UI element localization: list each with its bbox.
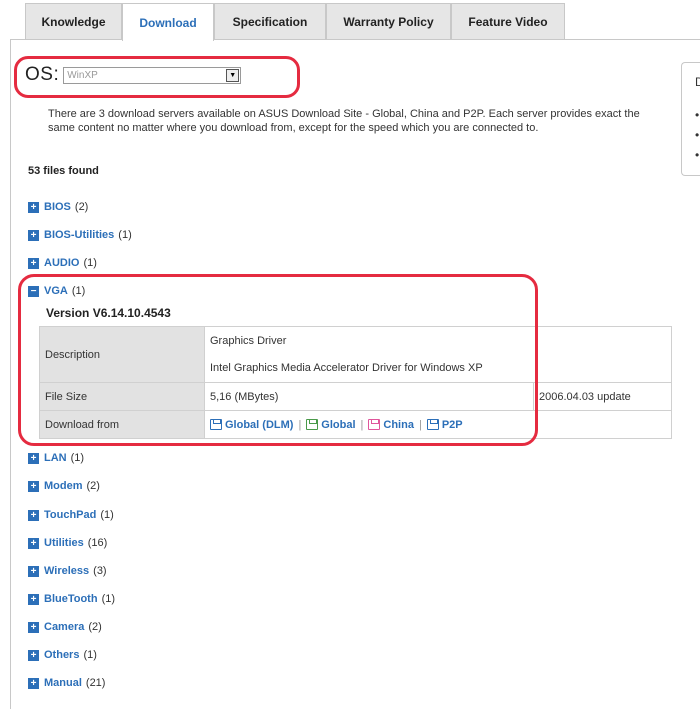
bullet: • bbox=[695, 148, 700, 162]
separator: | bbox=[298, 418, 302, 431]
file-size-value: 5,16 (MBytes) bbox=[204, 382, 534, 411]
category-count: (1) bbox=[83, 257, 97, 269]
table-row: File Size 5,16 (MBytes) 2006.04.03 updat… bbox=[39, 382, 672, 411]
download-from-label: Download from bbox=[39, 410, 205, 439]
category-name[interactable]: TouchPad bbox=[44, 509, 96, 521]
plus-box-icon[interactable]: + bbox=[28, 593, 39, 605]
category-name[interactable]: BlueTooth bbox=[44, 593, 98, 605]
download-global-link[interactable]: Global bbox=[321, 419, 355, 431]
category-count: (1) bbox=[118, 229, 132, 241]
driver-detail-table: Description Graphics Driver Intel Graphi… bbox=[39, 326, 672, 439]
plus-box-icon[interactable]: + bbox=[28, 537, 39, 549]
bullet: • bbox=[695, 128, 700, 142]
download-global-dlm-link[interactable]: Global (DLM) bbox=[225, 419, 293, 431]
tab-label: Warranty Policy bbox=[343, 15, 434, 29]
description-line: Intel Graphics Media Accelerator Driver … bbox=[204, 354, 672, 383]
category-count: (1) bbox=[71, 285, 86, 297]
download-links: Global (DLM) | Global | China | P2P bbox=[204, 410, 672, 439]
category-count: (3) bbox=[93, 565, 107, 577]
tab-feature-video[interactable]: Feature Video bbox=[451, 3, 565, 40]
category-wireless[interactable]: + Wireless (3) bbox=[28, 564, 107, 578]
floppy-disk-icon bbox=[426, 418, 439, 430]
table-row: Download from Global (DLM) | Global | China |… bbox=[39, 410, 672, 439]
download-info-text: There are 3 download servers available o… bbox=[48, 108, 640, 134]
download-p2p-link[interactable]: P2P bbox=[442, 419, 463, 431]
category-modem[interactable]: + Modem (2) bbox=[28, 479, 100, 493]
plus-box-icon[interactable]: + bbox=[28, 677, 39, 689]
side-info-box: D • • • bbox=[681, 62, 700, 176]
floppy-disk-icon bbox=[306, 418, 319, 430]
category-count: (2) bbox=[74, 201, 89, 213]
category-count: (16) bbox=[87, 537, 108, 549]
category-manual[interactable]: + Manual (21) bbox=[28, 676, 105, 690]
category-name[interactable]: Others bbox=[44, 649, 79, 661]
os-selected-value: WinXP bbox=[67, 69, 98, 81]
category-utilities[interactable]: + Utilities (16) bbox=[28, 536, 107, 550]
separator: | bbox=[360, 418, 364, 431]
category-name[interactable]: LAN bbox=[44, 452, 67, 464]
separator: | bbox=[418, 418, 422, 431]
os-label: OS: bbox=[25, 64, 60, 85]
category-count: (2) bbox=[86, 480, 100, 492]
category-audio[interactable]: + AUDIO (1) bbox=[28, 256, 97, 270]
plus-box-icon[interactable]: + bbox=[28, 565, 39, 577]
tab-label: Feature Video bbox=[468, 15, 548, 29]
chevron-down-icon[interactable]: ▼ bbox=[226, 68, 240, 82]
category-count: (1) bbox=[101, 593, 116, 605]
files-found-count: 53 files found bbox=[28, 165, 99, 177]
category-name[interactable]: Manual bbox=[44, 677, 82, 689]
category-count: (21) bbox=[85, 677, 106, 689]
os-dropdown[interactable]: WinXP ▼ bbox=[63, 66, 242, 84]
category-vga[interactable]: − VGA (1) bbox=[28, 284, 85, 298]
table-row: Description Graphics Driver bbox=[39, 326, 672, 383]
plus-box-icon[interactable]: + bbox=[28, 452, 39, 464]
plus-box-icon[interactable]: + bbox=[28, 649, 39, 661]
plus-box-icon[interactable]: + bbox=[28, 201, 39, 213]
tab-specification[interactable]: Specification bbox=[214, 3, 326, 40]
tab-download[interactable]: Download bbox=[122, 3, 214, 41]
description-label: Description bbox=[39, 326, 205, 383]
minus-box-icon[interactable]: − bbox=[28, 285, 39, 297]
category-count: (2) bbox=[88, 621, 102, 633]
description-line: Graphics Driver bbox=[204, 326, 672, 355]
category-name[interactable]: Wireless bbox=[44, 565, 89, 577]
category-name[interactable]: AUDIO bbox=[44, 257, 79, 269]
bullet: • bbox=[695, 108, 700, 122]
tab-label: Knowledge bbox=[41, 15, 106, 29]
floppy-disk-icon bbox=[210, 418, 222, 430]
category-name[interactable]: BIOS-Utilities bbox=[44, 229, 114, 241]
plus-box-icon[interactable]: + bbox=[28, 257, 39, 269]
category-name[interactable]: Modem bbox=[44, 480, 83, 492]
tab-warranty-policy[interactable]: Warranty Policy bbox=[326, 3, 451, 40]
category-count: (1) bbox=[70, 452, 85, 464]
category-count: (1) bbox=[100, 509, 114, 521]
category-touchpad[interactable]: + TouchPad (1) bbox=[28, 508, 114, 522]
category-name[interactable]: VGA bbox=[44, 285, 68, 297]
plus-box-icon[interactable]: + bbox=[28, 480, 39, 492]
tab-label: Download bbox=[139, 15, 197, 30]
release-date: 2006.04.03 update bbox=[533, 382, 672, 411]
category-count: (1) bbox=[83, 649, 97, 661]
os-selector: OS: WinXP ▼ bbox=[25, 64, 242, 86]
category-others[interactable]: + Others (1) bbox=[28, 648, 97, 662]
download-china-link[interactable]: China bbox=[383, 419, 414, 431]
side-box-title: D bbox=[695, 75, 700, 89]
category-bluetooth[interactable]: + BlueTooth (1) bbox=[28, 592, 115, 606]
category-name[interactable]: Camera bbox=[44, 621, 84, 633]
plus-box-icon[interactable]: + bbox=[28, 509, 39, 521]
file-size-label: File Size bbox=[39, 382, 205, 411]
tab-knowledge[interactable]: Knowledge bbox=[25, 3, 122, 40]
driver-version: Version V6.14.10.4543 bbox=[46, 306, 171, 320]
plus-box-icon[interactable]: + bbox=[28, 621, 39, 633]
category-bios-utilities[interactable]: + BIOS-Utilities (1) bbox=[28, 228, 132, 242]
floppy-disk-icon bbox=[368, 418, 381, 430]
plus-box-icon[interactable]: + bbox=[28, 229, 39, 241]
category-lan[interactable]: + LAN (1) bbox=[28, 451, 84, 465]
category-bios[interactable]: + BIOS (2) bbox=[28, 200, 88, 214]
tab-label: Specification bbox=[232, 15, 308, 29]
category-camera[interactable]: + Camera (2) bbox=[28, 620, 102, 634]
category-name[interactable]: BIOS bbox=[44, 201, 71, 213]
category-name[interactable]: Utilities bbox=[44, 537, 84, 549]
